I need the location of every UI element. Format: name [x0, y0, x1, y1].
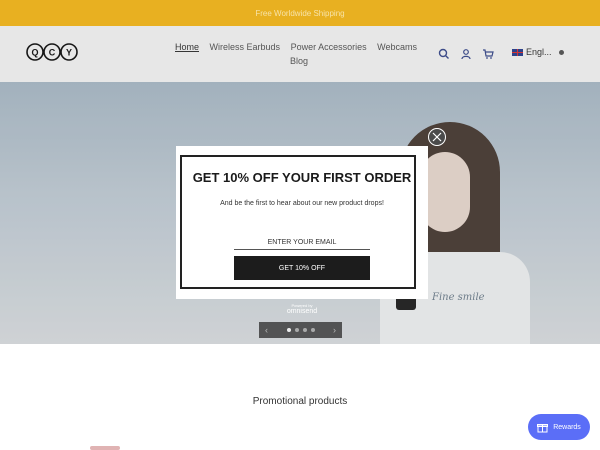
product-card-peek [90, 446, 120, 450]
get-discount-button[interactable]: GET 10% OFF [234, 256, 370, 280]
announcement-bar: Free Worldwide Shipping [0, 0, 600, 26]
rewards-button[interactable]: Rewards [528, 414, 590, 440]
section-title: Promotional products [252, 396, 348, 407]
popup-close-button[interactable] [428, 128, 446, 146]
popup-subtitle: And be the first to hear about our new p… [220, 200, 384, 207]
powered-by-omnisend[interactable]: Powered by omnisend [284, 303, 320, 315]
popup-title: GET 10% OFF YOUR FIRST ORDER [192, 170, 412, 185]
announcement-text: Free Worldwide Shipping [255, 8, 345, 18]
signup-popup: GET 10% OFF YOUR FIRST ORDER And be the … [176, 146, 428, 299]
gift-icon [537, 423, 549, 432]
omnisend-brand: omnisend [286, 308, 318, 315]
rewards-label: Rewards [553, 423, 581, 431]
close-icon [432, 132, 442, 142]
email-input[interactable] [234, 236, 370, 250]
